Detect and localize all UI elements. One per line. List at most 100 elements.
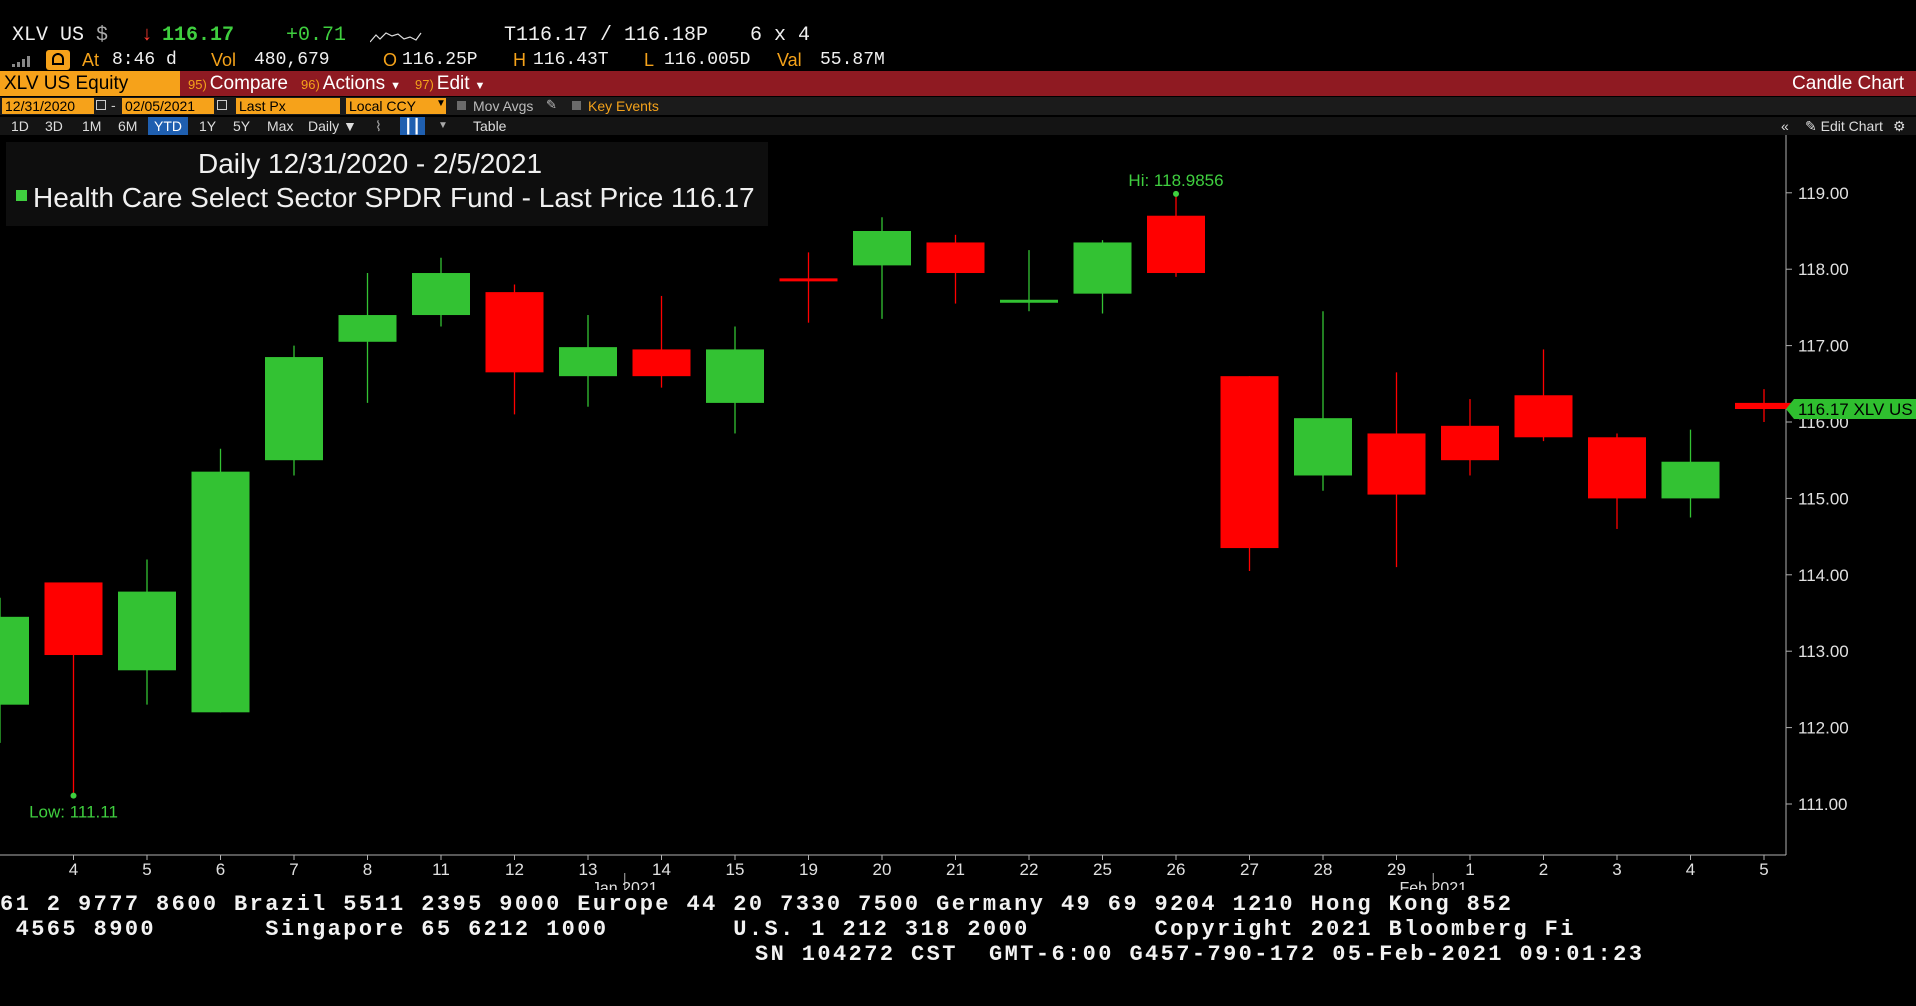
compare-label: Compare xyxy=(209,73,288,94)
footer-contacts-line2: 4565 8900 Singapore 65 6212 1000 U.S. 1 … xyxy=(0,917,1576,942)
period-1m[interactable]: 1M xyxy=(79,117,104,135)
period-1y[interactable]: 1Y xyxy=(196,117,219,135)
x-tick-label: 3 xyxy=(1612,860,1621,879)
candle-up xyxy=(412,273,470,316)
mov-avgs-checkbox[interactable] xyxy=(457,101,466,110)
actions-number: 96) xyxy=(301,77,320,92)
collapse-icon[interactable]: « xyxy=(1778,117,1792,135)
table-button[interactable]: Table xyxy=(470,117,509,135)
candle-down xyxy=(1147,215,1205,274)
period-ytd[interactable]: YTD xyxy=(148,117,188,135)
pencil-icon[interactable]: ✎ xyxy=(546,97,557,113)
last-price: 116.17 xyxy=(162,24,235,47)
high-price: 116.43T xyxy=(533,50,609,70)
candle-up xyxy=(0,616,29,705)
candle-up xyxy=(1000,299,1058,303)
down-arrow-icon: ↓ xyxy=(141,24,154,47)
candle-up xyxy=(706,349,764,403)
high-label: H xyxy=(513,50,526,70)
field-select[interactable]: Last Px xyxy=(236,98,340,114)
low-price: 116.005D xyxy=(664,50,751,70)
value-label: Val xyxy=(777,50,802,70)
candle-up xyxy=(191,471,250,713)
candle-chart[interactable]: 111.00112.00113.00114.00115.00116.00117.… xyxy=(0,135,1916,890)
candle-down xyxy=(44,582,103,656)
calendar-icon[interactable] xyxy=(96,100,106,110)
compare-button[interactable]: 95) Compare xyxy=(182,71,294,96)
last-price-tag-label: 116.17 XLV US xyxy=(1798,400,1913,419)
gear-icon[interactable]: ⚙ xyxy=(1890,117,1909,135)
line-chart-icon[interactable]: ⌇ xyxy=(372,117,385,135)
period-6m[interactable]: 6M xyxy=(115,117,140,135)
low-label: Low: 111.11 xyxy=(29,803,118,822)
start-date-input[interactable]: 12/31/2020 xyxy=(2,98,94,114)
ticker: XLV US xyxy=(12,24,85,47)
footer-contacts-line1: 61 2 9777 8600 Brazil 5511 2395 9000 Eur… xyxy=(0,892,1514,917)
menu-bar: XLV US Equity 95) Compare 96) Actions ▼ 97)… xyxy=(0,71,1916,96)
frequency-select[interactable]: Daily ▼ xyxy=(305,117,360,135)
candle-chart-icon[interactable]: ┃┃ xyxy=(400,117,425,135)
candle-down xyxy=(1735,402,1793,410)
footer-session-line: SN 104272 CST GMT-6:00 G457-790-172 05-F… xyxy=(755,942,1645,967)
signal-bars-icon xyxy=(12,56,30,67)
x-tick-label: 4 xyxy=(1686,860,1695,879)
edit-chart-label: Edit Chart xyxy=(1820,118,1883,134)
chart-type-title: Candle Chart xyxy=(1792,73,1904,94)
chart-type-caret-icon[interactable]: ▼ xyxy=(435,117,451,135)
period-max[interactable]: Max xyxy=(264,117,296,135)
y-tick-label: 112.00 xyxy=(1798,719,1849,738)
period-bar: 1D 3D 1M 6M YTD 1Y 5Y Max Daily ▼ ⌇ ┃┃ ▼… xyxy=(0,117,1916,135)
candle-up xyxy=(853,231,911,266)
edit-label: Edit xyxy=(436,73,470,94)
edit-chart-button[interactable]: ✎ Edit Chart xyxy=(1802,117,1886,135)
end-date-input[interactable]: 02/05/2021 xyxy=(122,98,214,114)
candle-down xyxy=(632,349,691,377)
price-change: +0.71 xyxy=(286,24,347,47)
x-tick-label: 2 xyxy=(1539,860,1548,879)
key-events-checkbox[interactable] xyxy=(572,101,581,110)
x-tick-label: 5 xyxy=(142,860,151,879)
calendar-icon[interactable] xyxy=(217,100,227,110)
low-label: L xyxy=(644,50,655,70)
high-label: Hi: 118.9856 xyxy=(1128,171,1223,190)
period-1d[interactable]: 1D xyxy=(8,117,32,135)
x-tick-label: 4 xyxy=(69,860,78,879)
candle-up xyxy=(559,347,617,377)
x-tick-label: 8 xyxy=(363,860,372,879)
legend-series: Health Care Select Sector SPDR Fund - La… xyxy=(16,182,755,214)
x-tick-label: 25 xyxy=(1093,860,1112,879)
candle-up xyxy=(118,591,176,671)
x-tick-label: 15 xyxy=(726,860,745,879)
x-tick-label: 22 xyxy=(1020,860,1039,879)
x-tick-label: 29 xyxy=(1387,860,1406,879)
volume-label: Vol xyxy=(211,50,237,70)
frequency-label: Daily xyxy=(308,118,340,134)
candle-up xyxy=(1294,418,1352,476)
security-field[interactable]: XLV US Equity xyxy=(0,71,180,96)
legend-title: Daily 12/31/2020 - 2/5/2021 xyxy=(198,148,543,179)
volume: 480,679 xyxy=(254,50,330,70)
candle-down xyxy=(1514,395,1573,438)
y-tick-label: 115.00 xyxy=(1798,489,1849,508)
x-tick-label: 21 xyxy=(946,860,965,879)
edit-number: 97) xyxy=(415,77,434,92)
chart-legend: Daily 12/31/2020 - 2/5/2021 Health Care … xyxy=(6,142,768,226)
candle-up xyxy=(265,357,323,461)
currency-select[interactable]: Local CCY xyxy=(346,98,446,114)
period-3d[interactable]: 3D xyxy=(42,117,66,135)
key-events-label: Key Events xyxy=(588,98,659,114)
y-tick-label: 113.00 xyxy=(1798,642,1849,661)
bid-ask-size: 6 x 4 xyxy=(750,24,811,47)
x-tick-label: 19 xyxy=(799,860,818,879)
alert-icon[interactable] xyxy=(46,50,70,70)
x-tick-label: 27 xyxy=(1240,860,1259,879)
period-5y[interactable]: 5Y xyxy=(230,117,253,135)
actions-menu[interactable]: 96) Actions ▼ xyxy=(295,71,407,96)
high-marker xyxy=(1173,190,1179,197)
caret-down-icon: ▼ xyxy=(343,118,357,134)
caret-down-icon: ▼ xyxy=(390,80,401,92)
x-tick-label: 26 xyxy=(1167,860,1186,879)
low-marker xyxy=(70,792,77,799)
x-tick-label: 5 xyxy=(1759,860,1768,879)
edit-menu[interactable]: 97) Edit ▼ xyxy=(409,71,491,96)
